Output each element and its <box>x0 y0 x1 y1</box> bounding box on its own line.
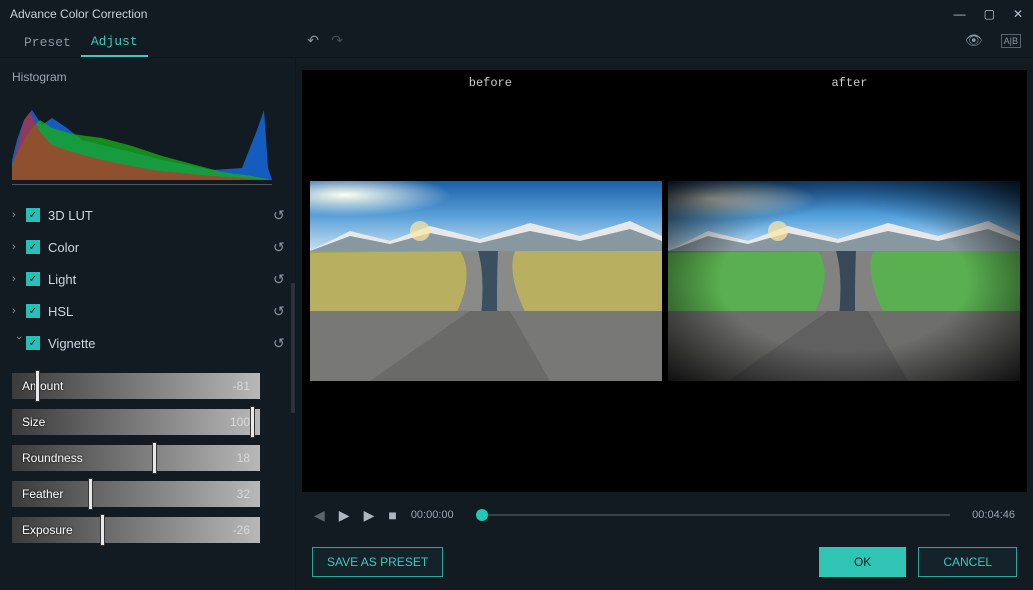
chevron-right-icon[interactable]: › <box>12 241 26 253</box>
playhead[interactable] <box>476 509 488 521</box>
redo-button[interactable]: ↷ <box>331 32 343 49</box>
after-label: after <box>831 76 867 90</box>
checkbox-light[interactable]: ✓ <box>26 272 40 286</box>
play-alt-button[interactable]: ▶ <box>364 507 375 524</box>
section-3d-lut[interactable]: › ✓ 3D LUT ↻ <box>12 199 285 231</box>
ok-button[interactable]: OK <box>819 547 906 577</box>
reset-icon[interactable]: ↻ <box>273 239 285 256</box>
chevron-right-icon[interactable]: › <box>12 305 26 317</box>
slider-label: Feather <box>22 487 63 501</box>
tab-adjust[interactable]: Adjust <box>81 28 148 57</box>
scrollbar[interactable] <box>291 283 295 413</box>
reset-icon[interactable]: ↻ <box>273 271 285 288</box>
chevron-right-icon[interactable]: › <box>12 273 26 285</box>
section-label: 3D LUT <box>48 208 273 223</box>
slider-thumb[interactable] <box>100 514 105 546</box>
slider-thumb[interactable] <box>250 406 255 438</box>
slider-value: 32 <box>237 487 250 501</box>
preview-before <box>310 181 662 381</box>
slider-size[interactable]: Size 100 <box>12 409 260 435</box>
section-label: Light <box>48 272 273 287</box>
checkbox-vignette[interactable]: ✓ <box>26 336 40 350</box>
ab-compare-button[interactable]: A|B <box>1001 34 1021 48</box>
cancel-button[interactable]: CANCEL <box>918 547 1017 577</box>
close-button[interactable]: ✕ <box>1013 7 1023 21</box>
slider-label: Size <box>22 415 45 429</box>
histogram-label: Histogram <box>12 66 285 90</box>
slider-thumb[interactable] <box>152 442 157 474</box>
slider-label: Roundness <box>22 451 83 465</box>
maximize-button[interactable]: ▢ <box>984 7 995 21</box>
reset-icon[interactable]: ↻ <box>273 303 285 320</box>
time-total: 00:04:46 <box>972 509 1015 521</box>
section-label: Color <box>48 240 273 255</box>
histogram <box>12 90 272 180</box>
slider-value: 100 <box>230 415 250 429</box>
tab-preset[interactable]: Preset <box>14 29 81 56</box>
preview-area: before after <box>296 58 1033 590</box>
chevron-right-icon[interactable]: › <box>12 209 26 221</box>
reset-icon[interactable]: ↻ <box>273 207 285 224</box>
slider-roundness[interactable]: Roundness 18 <box>12 445 260 471</box>
checkbox-hsl[interactable]: ✓ <box>26 304 40 318</box>
stop-button[interactable]: ■ <box>388 507 396 523</box>
section-vignette[interactable]: › ✓ Vignette ↻ <box>12 327 285 359</box>
chevron-down-icon[interactable]: › <box>13 336 25 350</box>
slider-value: -81 <box>233 379 250 393</box>
preview-after <box>668 181 1020 381</box>
slider-feather[interactable]: Feather 32 <box>12 481 260 507</box>
slider-label: Exposure <box>22 523 73 537</box>
section-label: Vignette <box>48 336 273 351</box>
slider-value: -26 <box>233 523 250 537</box>
prev-frame-button[interactable]: ◀ <box>314 507 325 524</box>
sidebar: Histogram › ✓ 3D LUT ↻ › ✓ Color ↻ › ✓ L… <box>0 58 296 590</box>
minimize-button[interactable]: — <box>954 7 966 21</box>
slider-value: 18 <box>237 451 250 465</box>
time-current: 00:00:00 <box>411 509 454 521</box>
section-label: HSL <box>48 304 273 319</box>
before-label: before <box>469 76 512 90</box>
slider-thumb[interactable] <box>35 370 40 402</box>
histogram-baseline <box>12 184 272 185</box>
time-slider[interactable] <box>476 514 951 516</box>
window-title: Advance Color Correction <box>10 7 954 21</box>
slider-label: Amount <box>22 379 63 393</box>
checkbox-color[interactable]: ✓ <box>26 240 40 254</box>
slider-amount[interactable]: Amount -81 <box>12 373 260 399</box>
slider-exposure[interactable]: Exposure -26 <box>12 517 260 543</box>
checkbox-3d-lut[interactable]: ✓ <box>26 208 40 222</box>
preview-toggle-icon[interactable]: 👁 <box>965 32 983 49</box>
save-as-preset-button[interactable]: SAVE AS PRESET <box>312 547 443 577</box>
section-hsl[interactable]: › ✓ HSL ↻ <box>12 295 285 327</box>
slider-thumb[interactable] <box>88 478 93 510</box>
reset-icon[interactable]: ↻ <box>273 335 285 352</box>
play-button[interactable]: ▶ <box>339 507 350 524</box>
undo-button[interactable]: ↶ <box>307 32 319 49</box>
section-light[interactable]: › ✓ Light ↻ <box>12 263 285 295</box>
section-color[interactable]: › ✓ Color ↻ <box>12 231 285 263</box>
